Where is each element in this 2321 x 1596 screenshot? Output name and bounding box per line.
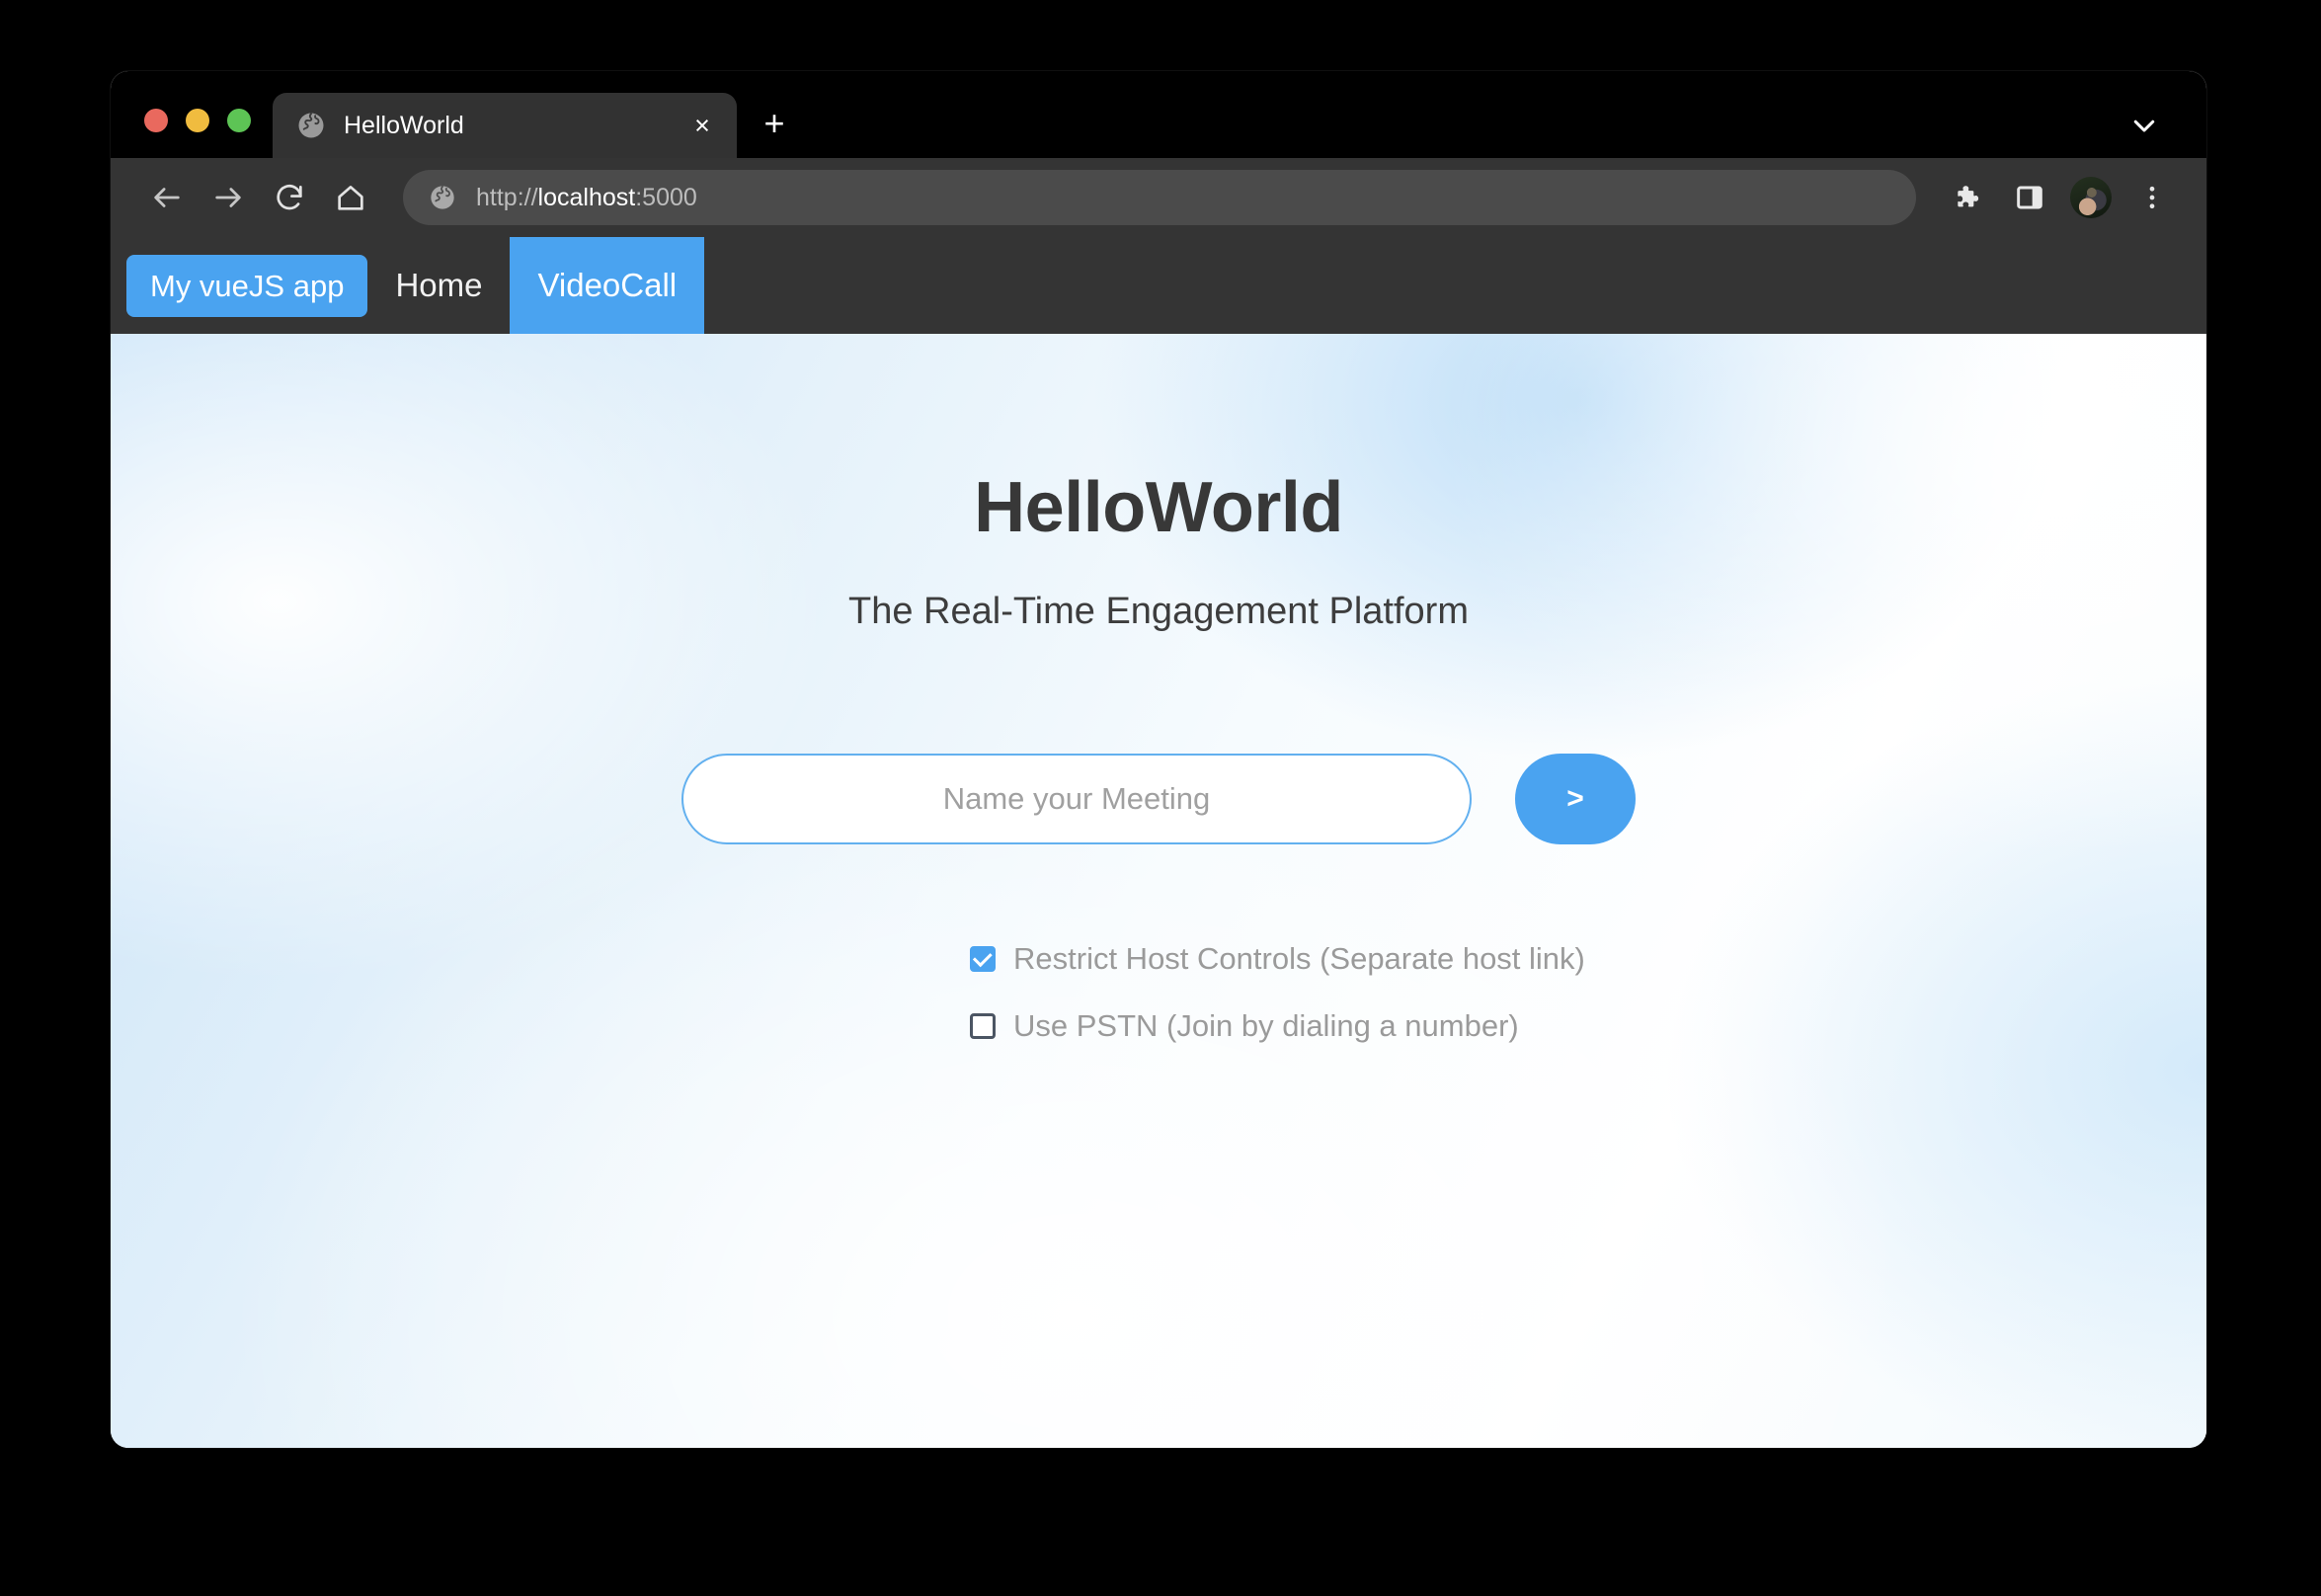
window-maximize-button[interactable] <box>227 109 251 132</box>
arrow-right-icon[interactable] <box>198 167 259 228</box>
option-use-pstn[interactable]: Use PSTN (Join by dialing a number) <box>970 1008 1519 1044</box>
url-port: :5000 <box>635 183 697 211</box>
window-traffic-lights <box>111 109 273 158</box>
reload-icon[interactable] <box>259 167 320 228</box>
window-minimize-button[interactable] <box>186 109 209 132</box>
option-label-use-pstn: Use PSTN (Join by dialing a number) <box>1013 1008 1519 1043</box>
address-bar[interactable]: http://localhost:5000 <box>403 170 1916 225</box>
app-navbar: My vueJS app Home VideoCall <box>111 237 2206 334</box>
hero-section: HelloWorld The Real-Time Engagement Plat… <box>111 334 2206 1448</box>
url-scheme: http:// <box>476 183 538 211</box>
option-label-restrict-host-controls: Restrict Host Controls (Separate host li… <box>1013 941 1585 976</box>
navbar-brand[interactable]: My vueJS app <box>126 254 368 317</box>
browser-tab-title: HelloWorld <box>344 111 464 139</box>
checkbox-restrict-host-controls[interactable] <box>970 946 996 972</box>
page-subtitle: The Real-Time Engagement Platform <box>848 591 1469 632</box>
globe-icon <box>429 184 456 211</box>
side-panel-icon[interactable] <box>1999 167 2060 228</box>
browser-toolbar: http://localhost:5000 <box>111 158 2206 237</box>
submit-meeting-button[interactable]: > <box>1515 754 1636 844</box>
close-icon[interactable]: × <box>685 109 719 142</box>
chevron-down-icon[interactable] <box>2110 93 2179 158</box>
puzzle-icon[interactable] <box>1938 167 1999 228</box>
browser-window: HelloWorld × + http://localhost:5000 My … <box>111 71 2206 1448</box>
avatar[interactable] <box>2060 167 2121 228</box>
three-dots-icon[interactable] <box>2121 167 2183 228</box>
meeting-name-input[interactable] <box>681 754 1472 844</box>
new-tab-button[interactable]: + <box>747 91 802 156</box>
meeting-options: Restrict Host Controls (Separate host li… <box>111 941 2206 1044</box>
checkbox-use-pstn[interactable] <box>970 1013 996 1039</box>
nav-link-videocall[interactable]: VideoCall <box>510 237 705 334</box>
meeting-form: > <box>111 754 2206 844</box>
avatar-image <box>2070 177 2112 218</box>
window-close-button[interactable] <box>144 109 168 132</box>
home-icon[interactable] <box>320 167 381 228</box>
desktop-background: HelloWorld × + http://localhost:5000 My … <box>0 0 2321 1596</box>
page-title: HelloWorld <box>974 468 1343 547</box>
browser-tab[interactable]: HelloWorld × <box>273 93 737 158</box>
page-viewport: My vueJS app Home VideoCall HelloWorld T… <box>111 237 2206 1448</box>
option-restrict-host-controls[interactable]: Restrict Host Controls (Separate host li… <box>970 941 1585 977</box>
arrow-left-icon[interactable] <box>136 167 198 228</box>
check-icon <box>972 946 993 967</box>
nav-link-home[interactable]: Home <box>367 237 510 334</box>
url-host: localhost <box>537 183 636 211</box>
address-bar-url: http://localhost:5000 <box>476 184 697 212</box>
globe-icon <box>296 111 326 140</box>
browser-tab-strip: HelloWorld × + <box>111 71 2206 158</box>
